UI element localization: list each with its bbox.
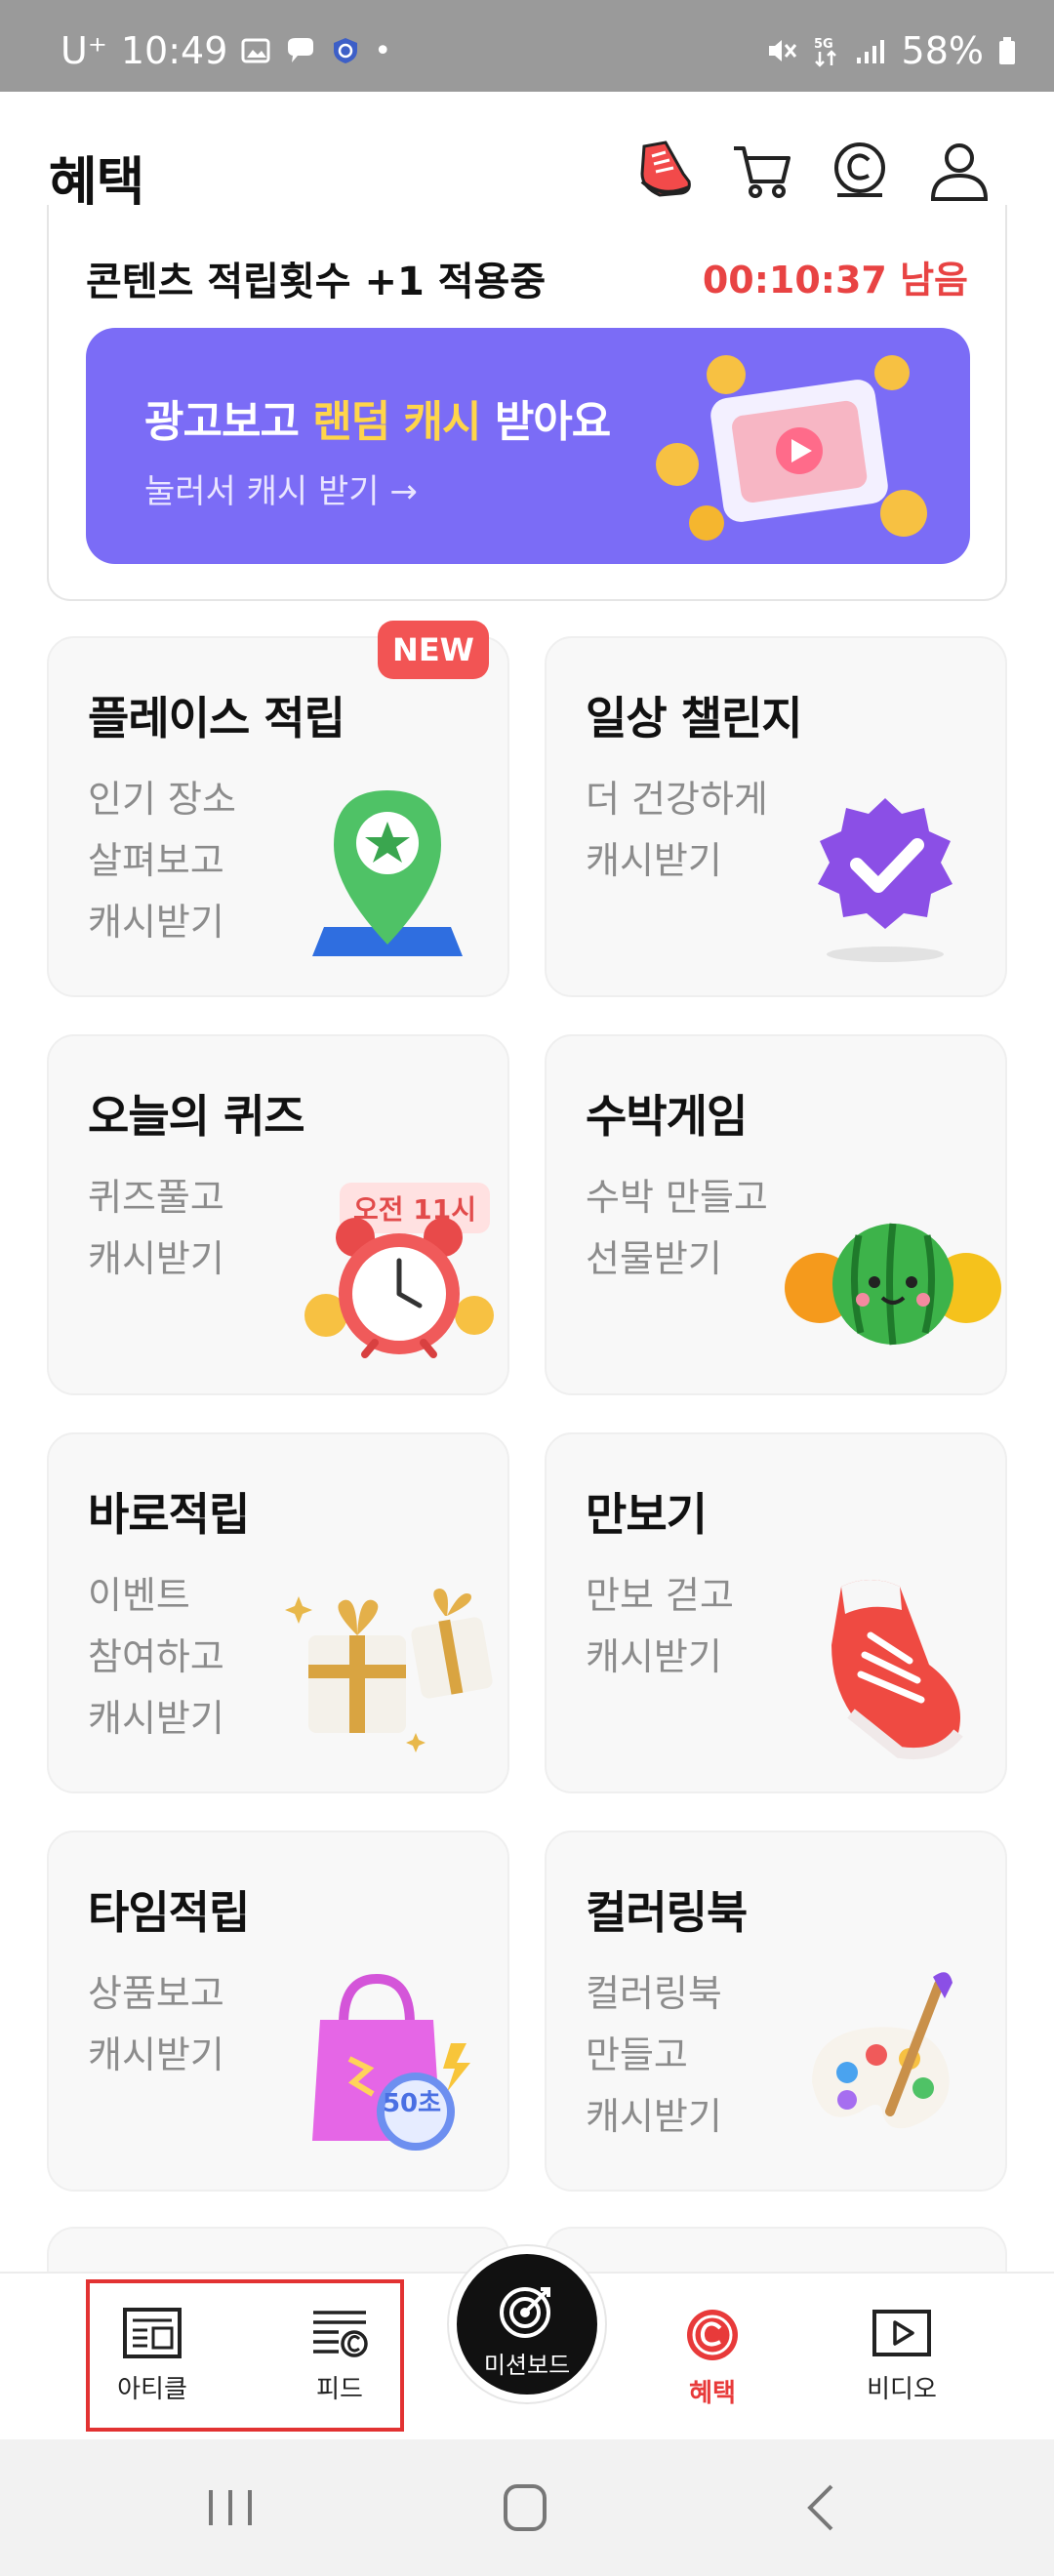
tile-time-earn[interactable]: 타임적립 상품보고 캐시받기 50초: [47, 1831, 509, 2192]
status-left: U⁺ 10:49 •: [61, 29, 391, 72]
tab-label: 혜택: [689, 2379, 736, 2408]
shield-notification-icon: [334, 38, 358, 63]
check-badge-icon: [818, 798, 953, 962]
tile-instant-earn[interactable]: 바로적립 이벤트 참여하고 캐시받기: [47, 1432, 509, 1793]
paint-palette-icon: [812, 1972, 953, 2129]
alarm-clock-icon: [304, 1218, 494, 1358]
tile-desc-line: 선물받기: [586, 1237, 722, 1280]
tile-desc-line: 캐시받기: [88, 2033, 224, 2076]
cart-icon[interactable]: [730, 139, 794, 203]
tile-desc: 더 건강하게 캐시받기: [586, 769, 768, 892]
tab-label: 비디오: [867, 2375, 937, 2404]
tile-desc-line: 이벤트: [88, 1574, 190, 1617]
tile-desc-line: 캐시받기: [586, 839, 722, 882]
tile-desc-line: 만보 걷고: [586, 1574, 734, 1617]
highlight-box: [86, 2279, 404, 2432]
tile-daily-challenge[interactable]: 일상 챌린지 더 건강하게 캐시받기: [545, 636, 1007, 997]
tile-watermelon-game[interactable]: 수박게임 수박 만들고 선물받기: [545, 1034, 1007, 1395]
ad-subtitle: 눌러서 캐시 받기 →: [144, 472, 418, 511]
tile-desc: 이벤트 참여하고 캐시받기: [88, 1565, 224, 1750]
gift-boxes-icon: [285, 1589, 493, 1752]
tile-desc: 컬러링북 만들고 캐시받기: [586, 1963, 722, 2148]
tile-desc-line: 캐시받기: [586, 2095, 722, 2138]
tile-desc-line: 캐시받기: [586, 1635, 722, 1678]
tile-desc-line: 캐시받기: [88, 1237, 224, 1280]
video-icon: [872, 2310, 931, 2356]
ad-title: 광고보고 랜덤 캐시 받아요: [144, 386, 611, 449]
battery-icon: [999, 37, 1015, 64]
profile-icon[interactable]: [927, 139, 992, 203]
tile-desc-line: 참여하고: [88, 1635, 224, 1678]
tile-title: 플레이스 적립: [88, 692, 345, 745]
tile-desc-line: 더 건강하게: [586, 778, 768, 821]
cell-signal-icon: [856, 40, 884, 63]
tile-desc-line: 상품보고: [88, 1972, 224, 2015]
ad-title-part1: 광고보고: [144, 397, 313, 447]
chat-notification-icon: [288, 38, 314, 62]
map-pin-star-icon: [312, 790, 463, 956]
tile-today-quiz[interactable]: 오늘의 퀴즈 퀴즈풀고 캐시받기 오전 11시: [47, 1034, 509, 1395]
tile-place-earn[interactable]: NEW 플레이스 적립 인기 장소 살펴보고 캐시받기: [47, 621, 509, 997]
cash-coin-icon: [687, 2310, 738, 2360]
status-bar: U⁺ 10:49 • 5G 58%: [0, 0, 1054, 92]
tab-mission-board[interactable]: 미션보드: [449, 2246, 605, 2402]
tile-desc: 퀴즈풀고 캐시받기: [88, 1167, 224, 1290]
carrier-label: U⁺: [61, 29, 107, 72]
home-icon[interactable]: [486, 2478, 564, 2537]
gallery-notification-icon: [241, 38, 270, 63]
tile-desc-line: 퀴즈풀고: [88, 1176, 224, 1219]
tile-desc-line: 인기 장소: [88, 778, 236, 821]
shopping-bag-timer-icon: [312, 1973, 470, 2151]
new-badge: NEW: [378, 621, 489, 679]
sneaker-icon[interactable]: [632, 139, 697, 203]
tile-title: 수박게임: [586, 1090, 748, 1143]
tile-desc: 수박 만들고 선물받기: [586, 1167, 768, 1290]
mute-icon: [768, 40, 796, 61]
5g-signal-icon: 5G: [814, 37, 836, 67]
tile-desc-line: 컬러링북: [586, 1972, 722, 2015]
tile-desc-line: 캐시받기: [88, 1697, 224, 1740]
tile-title: 타임적립: [88, 1886, 250, 1939]
sneaker-icon: [831, 1580, 963, 1760]
clock: 10:49: [120, 29, 228, 72]
target-icon: [500, 2287, 550, 2338]
watermelon-icon: [785, 1223, 1001, 1346]
back-icon[interactable]: [781, 2478, 859, 2537]
promo-title: 콘텐츠 적립횟수 +1 적용중: [86, 260, 547, 304]
cash-coin-icon[interactable]: [828, 139, 892, 203]
tile-desc-line: 캐시받기: [88, 901, 224, 944]
tile-desc: 만보 걷고 캐시받기: [586, 1565, 734, 1688]
tile-title: 일상 챌린지: [586, 692, 803, 745]
promo-timer: 00:10:37 남음: [702, 259, 968, 302]
tile-desc: 상품보고 캐시받기: [88, 1963, 224, 2086]
video-coins-icon: [656, 355, 927, 541]
ad-title-part2: 받아요: [480, 397, 611, 447]
tile-desc-line: 수박 만들고: [586, 1176, 768, 1219]
system-nav-bar: [0, 2439, 1054, 2576]
tile-title: 바로적립: [88, 1488, 250, 1541]
tile-title: 컬러링북: [586, 1886, 748, 1939]
tab-label: 미션보드: [483, 2352, 571, 2379]
tile-title: 오늘의 퀴즈: [88, 1090, 305, 1143]
tab-video[interactable]: 비디오: [814, 2307, 990, 2405]
timer-seconds-label: 50초: [382, 2089, 442, 2118]
tile-desc-line: 살펴보고: [88, 839, 224, 882]
more-notifications-dot: •: [374, 33, 392, 68]
tile-title: 만보기: [586, 1488, 708, 1541]
tile-coloring-book[interactable]: 컬러링북 컬러링북 만들고 캐시받기: [545, 1831, 1007, 2192]
status-right: 5G 58%: [765, 29, 1017, 72]
svg-text:5G: 5G: [814, 37, 833, 52]
recent-apps-icon[interactable]: [191, 2478, 269, 2537]
tile-desc-line: 만들고: [586, 2033, 688, 2076]
promo-card: 콘텐츠 적립횟수 +1 적용중 00:10:37 남음 광고보고 랜덤 캐시 받…: [47, 205, 1007, 601]
tab-benefits[interactable]: 혜택: [625, 2307, 800, 2409]
tile-pedometer[interactable]: 만보기 만보 걷고 캐시받기: [545, 1432, 1007, 1793]
battery-percent: 58%: [901, 29, 984, 72]
ad-banner[interactable]: 광고보고 랜덤 캐시 받아요 눌러서 캐시 받기 →: [86, 328, 970, 564]
ad-title-highlight: 랜덤 캐시: [312, 397, 481, 447]
tile-desc: 인기 장소 살펴보고 캐시받기: [88, 769, 236, 953]
